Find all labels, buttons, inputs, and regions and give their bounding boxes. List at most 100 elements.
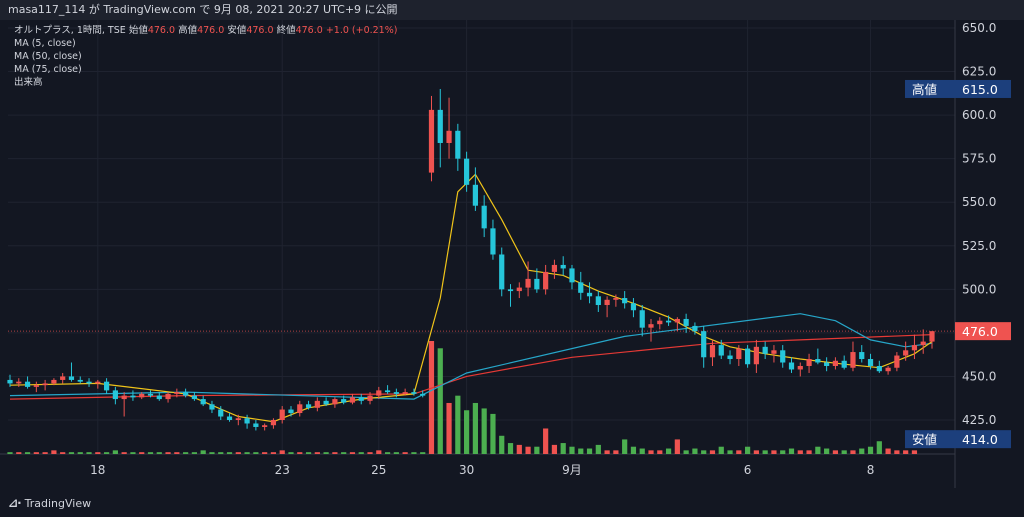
candle[interactable]	[147, 393, 154, 396]
candle[interactable]	[701, 331, 707, 358]
candle[interactable]	[51, 379, 57, 384]
candle[interactable]	[911, 345, 918, 351]
volume-bar[interactable]	[850, 450, 856, 454]
volume-bar[interactable]	[393, 452, 399, 454]
candle[interactable]	[648, 324, 654, 328]
candle[interactable]	[174, 392, 180, 394]
candle[interactable]	[112, 390, 118, 400]
candle[interactable]	[753, 346, 759, 365]
candle[interactable]	[42, 383, 48, 386]
volume-bar[interactable]	[367, 452, 373, 454]
volume-bar[interactable]	[235, 452, 241, 454]
volume-bar[interactable]	[771, 450, 777, 454]
candle[interactable]	[929, 331, 935, 342]
candle[interactable]	[630, 303, 637, 311]
volume-bar[interactable]	[112, 450, 118, 454]
candle[interactable]	[279, 409, 285, 420]
volume-bar[interactable]	[95, 452, 101, 454]
candle[interactable]	[455, 130, 461, 159]
volume-bar[interactable]	[60, 452, 66, 454]
candle[interactable]	[411, 392, 417, 394]
legend-volume[interactable]: 出来高	[14, 76, 397, 89]
candle[interactable]	[780, 350, 786, 363]
candle[interactable]	[692, 325, 698, 332]
volume-bar[interactable]	[657, 450, 663, 454]
volume-bar[interactable]	[753, 450, 759, 454]
volume-bar[interactable]	[876, 441, 882, 454]
volume-bar[interactable]	[262, 452, 268, 454]
candle[interactable]	[77, 379, 83, 382]
candle[interactable]	[534, 278, 540, 290]
volume-bar[interactable]	[551, 444, 558, 454]
volume-bar[interactable]	[780, 450, 786, 454]
candle[interactable]	[209, 404, 215, 410]
volume-bar[interactable]	[376, 450, 382, 454]
candle[interactable]	[314, 400, 320, 408]
volume-bar[interactable]	[639, 448, 645, 454]
candle[interactable]	[393, 392, 399, 394]
candle[interactable]	[657, 320, 663, 325]
candle[interactable]	[235, 418, 241, 420]
candle[interactable]	[832, 360, 839, 366]
legend-ma75[interactable]: MA (75, close)	[14, 63, 397, 76]
candle[interactable]	[850, 352, 856, 368]
volume-bar[interactable]	[630, 446, 637, 454]
volume-bar[interactable]	[586, 448, 593, 454]
candle[interactable]	[543, 271, 549, 290]
candlestick-chart[interactable]: 650.0625.0600.0575.0550.0525.0500.0475.0…	[0, 20, 1024, 488]
tradingview-logo[interactable]: ⊿⋅ TradingView	[8, 496, 91, 510]
volume-bar[interactable]	[797, 450, 803, 454]
candle[interactable]	[446, 130, 452, 143]
volume-bar[interactable]	[464, 410, 470, 454]
volume-bar[interactable]	[428, 341, 435, 454]
volume-bar[interactable]	[762, 450, 768, 454]
volume-bar[interactable]	[209, 452, 215, 454]
candle[interactable]	[332, 399, 338, 405]
candle[interactable]	[604, 299, 610, 306]
volume-bar[interactable]	[701, 450, 707, 454]
candle[interactable]	[270, 420, 277, 426]
volume-bar[interactable]	[411, 452, 417, 454]
volume-bar[interactable]	[665, 448, 672, 454]
candle[interactable]	[384, 390, 391, 393]
volume-bar[interactable]	[103, 452, 110, 454]
candle[interactable]	[613, 298, 619, 300]
volume-bar[interactable]	[130, 452, 136, 454]
candle[interactable]	[24, 381, 31, 387]
volume-bar[interactable]	[736, 450, 742, 454]
volume-bar[interactable]	[147, 452, 154, 454]
volume-bar[interactable]	[859, 448, 865, 454]
volume-bar[interactable]	[727, 450, 733, 454]
candle[interactable]	[788, 362, 795, 370]
candle[interactable]	[191, 395, 197, 400]
volume-bar[interactable]	[832, 450, 839, 454]
candle[interactable]	[806, 359, 812, 366]
candle[interactable]	[762, 346, 768, 354]
volume-bar[interactable]	[903, 450, 909, 454]
candle[interactable]	[665, 320, 672, 323]
volume-bar[interactable]	[349, 452, 356, 454]
candle[interactable]	[525, 278, 531, 288]
candle[interactable]	[560, 264, 566, 269]
candle[interactable]	[305, 404, 312, 408]
volume-bar[interactable]	[867, 446, 874, 454]
candle[interactable]	[121, 395, 127, 400]
candle[interactable]	[639, 310, 645, 328]
volume-bar[interactable]	[165, 452, 171, 454]
volume-bar[interactable]	[446, 402, 452, 454]
candle[interactable]	[68, 376, 75, 380]
volume-bar[interactable]	[384, 452, 391, 454]
volume-bar[interactable]	[16, 452, 22, 454]
volume-bar[interactable]	[191, 452, 197, 454]
volume-bar[interactable]	[139, 452, 145, 454]
volume-bar[interactable]	[218, 452, 224, 454]
volume-bar[interactable]	[455, 395, 461, 454]
candle[interactable]	[253, 423, 259, 427]
volume-bar[interactable]	[815, 446, 821, 454]
volume-bar[interactable]	[33, 452, 39, 454]
candle[interactable]	[481, 205, 487, 229]
candle[interactable]	[428, 109, 435, 173]
volume-bar[interactable]	[692, 448, 698, 454]
candle[interactable]	[797, 365, 803, 370]
candle[interactable]	[464, 158, 470, 185]
